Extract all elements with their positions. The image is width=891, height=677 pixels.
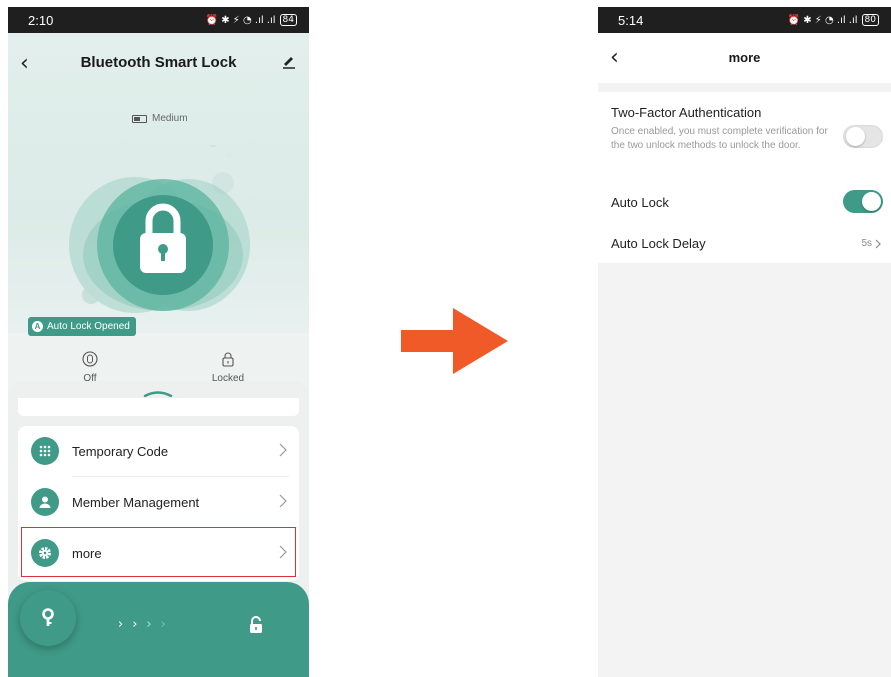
status-indicators: ⏰ ✱ ⚡ ◔ .ıl .ıl xyxy=(205,14,276,26)
delay-value-text: 5s xyxy=(861,238,872,249)
list-item-temporary-code[interactable]: Temporary Code xyxy=(18,426,299,476)
status-indicators: ⏰ ✱ ⚡ ◔ .ıl .ıl xyxy=(787,14,858,26)
status-bar: 5:14 ⏰ ✱ ⚡ ◔ .ıl .ıl 80 xyxy=(598,7,891,33)
keypad-icon xyxy=(31,437,59,465)
scrolled-list-item xyxy=(18,398,299,416)
double-lock-status: Off xyxy=(50,351,130,384)
toggle-knob xyxy=(846,127,865,146)
status-icons: ⏰ ✱ ⚡ ◔ .ıl .ıl 84 xyxy=(206,14,297,26)
two-factor-toggle[interactable] xyxy=(843,125,883,148)
status-bar: 2:10 ⏰ ✱ ⚡ ◔ .ıl .ıl 84 xyxy=(8,7,309,33)
unlock-key-button[interactable] xyxy=(20,590,76,646)
unlock-icon xyxy=(250,616,262,633)
person-icon xyxy=(31,488,59,516)
right-phone-screen: 5:14 ⏰ ✱ ⚡ ◔ .ıl .ıl 80 ‹ more Two-Facto… xyxy=(598,7,891,677)
status-time: 5:14 xyxy=(618,12,644,28)
battery-label: Medium xyxy=(152,113,188,124)
status-time: 2:10 xyxy=(28,12,54,28)
auto-lock-icon: A xyxy=(32,321,43,332)
status-icons: ⏰ ✱ ⚡ ◔ .ıl .ıl 80 xyxy=(788,14,879,26)
arrow-right-icon xyxy=(401,308,508,374)
chevron-right-icon xyxy=(279,494,287,508)
lock-status-graphic[interactable] xyxy=(63,145,263,325)
two-factor-title: Two-Factor Authentication xyxy=(611,105,762,120)
two-factor-description: Once enabled, you must complete verifica… xyxy=(611,126,828,151)
sheet-handle-icon[interactable] xyxy=(143,389,173,397)
auto-lock-delay-value[interactable]: 5s xyxy=(861,238,881,249)
highlight-box xyxy=(21,527,296,577)
left-phone-screen: 2:10 ⏰ ✱ ⚡ ◔ .ıl .ıl 84 ‹ Bluetooth Smar… xyxy=(8,7,309,677)
page-title: Bluetooth Smart Lock xyxy=(80,54,237,71)
battery-indicator: Medium xyxy=(132,113,188,124)
battery-level: 84 xyxy=(279,14,297,26)
battery-icon xyxy=(132,114,147,123)
auto-lock-title: Auto Lock xyxy=(611,195,669,210)
slide-chevrons-icon: ›››› xyxy=(118,617,175,632)
lock-state-status: Locked xyxy=(188,351,268,384)
key-icon xyxy=(42,608,54,626)
auto-lock-badge-label: Auto Lock Opened xyxy=(47,321,130,332)
settings-list: Two-Factor Authentication Once enabled, … xyxy=(598,92,891,263)
edit-pencil-icon[interactable] xyxy=(281,53,297,69)
list-item-label: Temporary Code xyxy=(72,443,169,459)
padlock-icon xyxy=(222,352,234,367)
auto-lock-toggle[interactable] xyxy=(843,190,883,213)
list-item-member-management[interactable]: Member Management xyxy=(18,477,299,527)
list-item-label: Member Management xyxy=(72,494,200,510)
chevron-right-icon xyxy=(279,443,287,457)
page-title: more xyxy=(728,50,761,65)
auto-lock-status-badge: A Auto Lock Opened xyxy=(28,317,136,336)
shield-icon xyxy=(82,351,98,367)
lock-header: ‹ Bluetooth Smart Lock Medium A Auto Loc… xyxy=(8,33,309,384)
auto-lock-delay-title: Auto Lock Delay xyxy=(611,236,706,251)
battery-level: 80 xyxy=(861,14,879,26)
toggle-knob xyxy=(862,192,881,211)
chevron-right-icon xyxy=(875,239,881,248)
page-header: ‹ more xyxy=(598,33,891,83)
slide-to-unlock-bar[interactable]: ›››› xyxy=(8,582,309,677)
